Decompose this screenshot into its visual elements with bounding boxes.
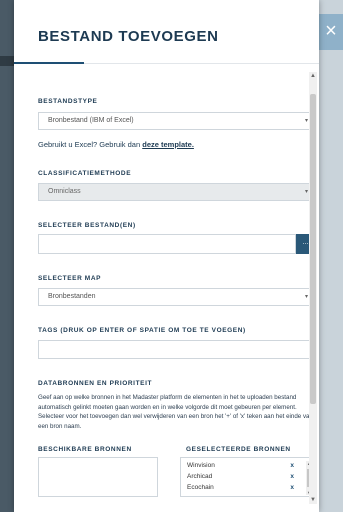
map-value: Bronbestanden	[48, 293, 96, 300]
tags-label: TAGS (DRUK OP ENTER OF SPATIE OM TOE TE …	[38, 327, 246, 334]
selected-sources-list[interactable]: Winvision x Archicad x Ecochain x ▲ ▼	[180, 457, 315, 497]
excel-help-text: Gebruikt u Excel? Gebruik dan deze templ…	[38, 140, 194, 149]
background-stripe	[0, 56, 14, 66]
classificatie-select: Omniclass ▾	[38, 183, 315, 201]
file-input[interactable]	[38, 234, 296, 254]
remove-ecochain-button[interactable]: x	[290, 484, 294, 491]
tags-input[interactable]	[38, 340, 315, 359]
add-file-modal: BESTAND TOEVOEGEN BESTANDSTYPE Bronbesta…	[14, 0, 319, 512]
bestandstype-label: BESTANDSTYPE	[38, 98, 98, 105]
selected-source-archicad: Archicad	[187, 473, 213, 480]
selected-source-winvision: Winvision	[187, 462, 215, 469]
remove-archicad-button[interactable]: x	[290, 473, 294, 480]
triangle-up-icon[interactable]: ▲	[309, 72, 317, 80]
excel-help-prefix: Gebruikt u Excel? Gebruik dan	[38, 140, 143, 149]
classificatie-value: Omniclass	[48, 188, 81, 195]
bestandstype-value: Bronbestand (IBM of Excel)	[48, 117, 134, 124]
selected-source-ecochain: Ecochain	[187, 484, 214, 491]
classificatie-label: CLASSIFICATIEMETHODE	[38, 170, 132, 177]
background-page-right	[319, 0, 343, 512]
modal-header: BESTAND TOEVOEGEN	[14, 0, 319, 64]
background-page	[0, 0, 14, 512]
header-accent-line	[14, 62, 84, 64]
chevron-down-icon: ▾	[304, 118, 308, 124]
chevron-down-icon: ▾	[304, 294, 308, 300]
map-label: SELECTEER MAP	[38, 275, 102, 282]
bestanden-label: SELECTEER BESTAND(EN)	[38, 222, 136, 229]
scroll-thumb[interactable]	[310, 94, 316, 404]
close-button[interactable]: ×	[319, 14, 343, 50]
modal-title: BESTAND TOEVOEGEN	[38, 28, 219, 45]
available-sources-label: BESCHIKBARE BRONNEN	[38, 446, 132, 453]
available-sources-list[interactable]	[38, 457, 158, 497]
modal-scrollbar[interactable]: ▲ ▼	[309, 72, 317, 504]
close-icon: ×	[325, 20, 337, 42]
remove-winvision-button[interactable]: x	[290, 462, 294, 469]
databronnen-description: Geef aan op welke bronnen in het Madaste…	[38, 394, 313, 430]
databronnen-label: DATABRONNEN EN PRIORITEIT	[38, 380, 153, 387]
chevron-down-icon: ▾	[304, 189, 308, 195]
template-link[interactable]: deze template.	[142, 140, 194, 149]
selected-sources-label: GESELECTEERDE BRONNEN	[186, 446, 291, 453]
map-select[interactable]: Bronbestanden ▾	[38, 288, 315, 306]
bestandstype-select[interactable]: Bronbestand (IBM of Excel) ▾	[38, 112, 315, 130]
triangle-down-icon[interactable]: ▼	[309, 496, 317, 504]
